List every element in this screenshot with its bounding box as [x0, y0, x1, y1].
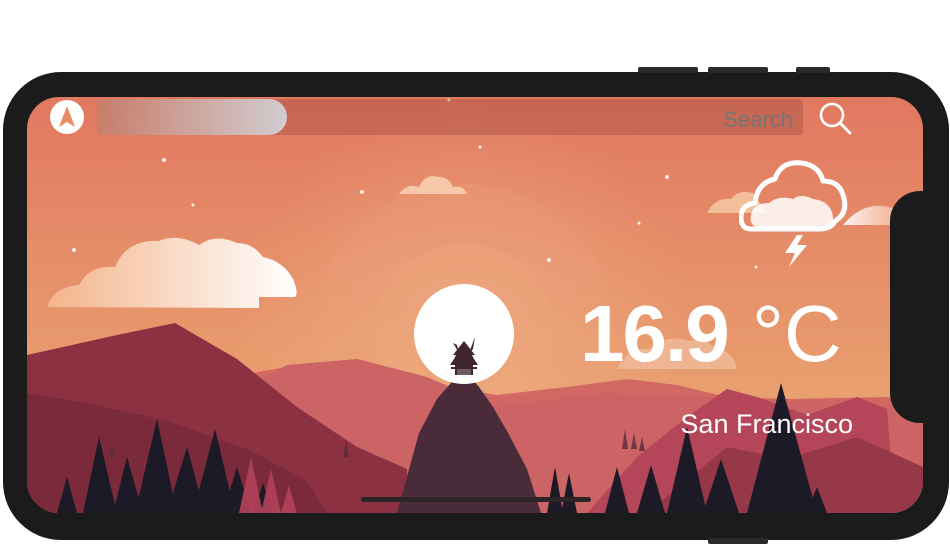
volume-up-button: [638, 67, 698, 73]
search-bar-highlight: [97, 99, 287, 135]
cloud-lightning-icon: [739, 160, 848, 267]
mute-switch: [796, 67, 830, 73]
search-bar[interactable]: [97, 99, 803, 135]
app-screen: 16.9 °C San Francisco: [27, 97, 923, 513]
power-button: [708, 538, 768, 544]
navigation-arrow-icon[interactable]: [50, 100, 84, 134]
volume-down-button: [708, 67, 768, 73]
temperature-value: 16.9: [580, 289, 730, 378]
city-label: San Francisco: [680, 409, 853, 439]
home-indicator[interactable]: [361, 497, 591, 502]
search-input[interactable]: [591, 106, 795, 134]
search-icon[interactable]: [817, 100, 853, 136]
phone-notch: [890, 191, 946, 423]
temperature-unit: °C: [752, 289, 842, 378]
